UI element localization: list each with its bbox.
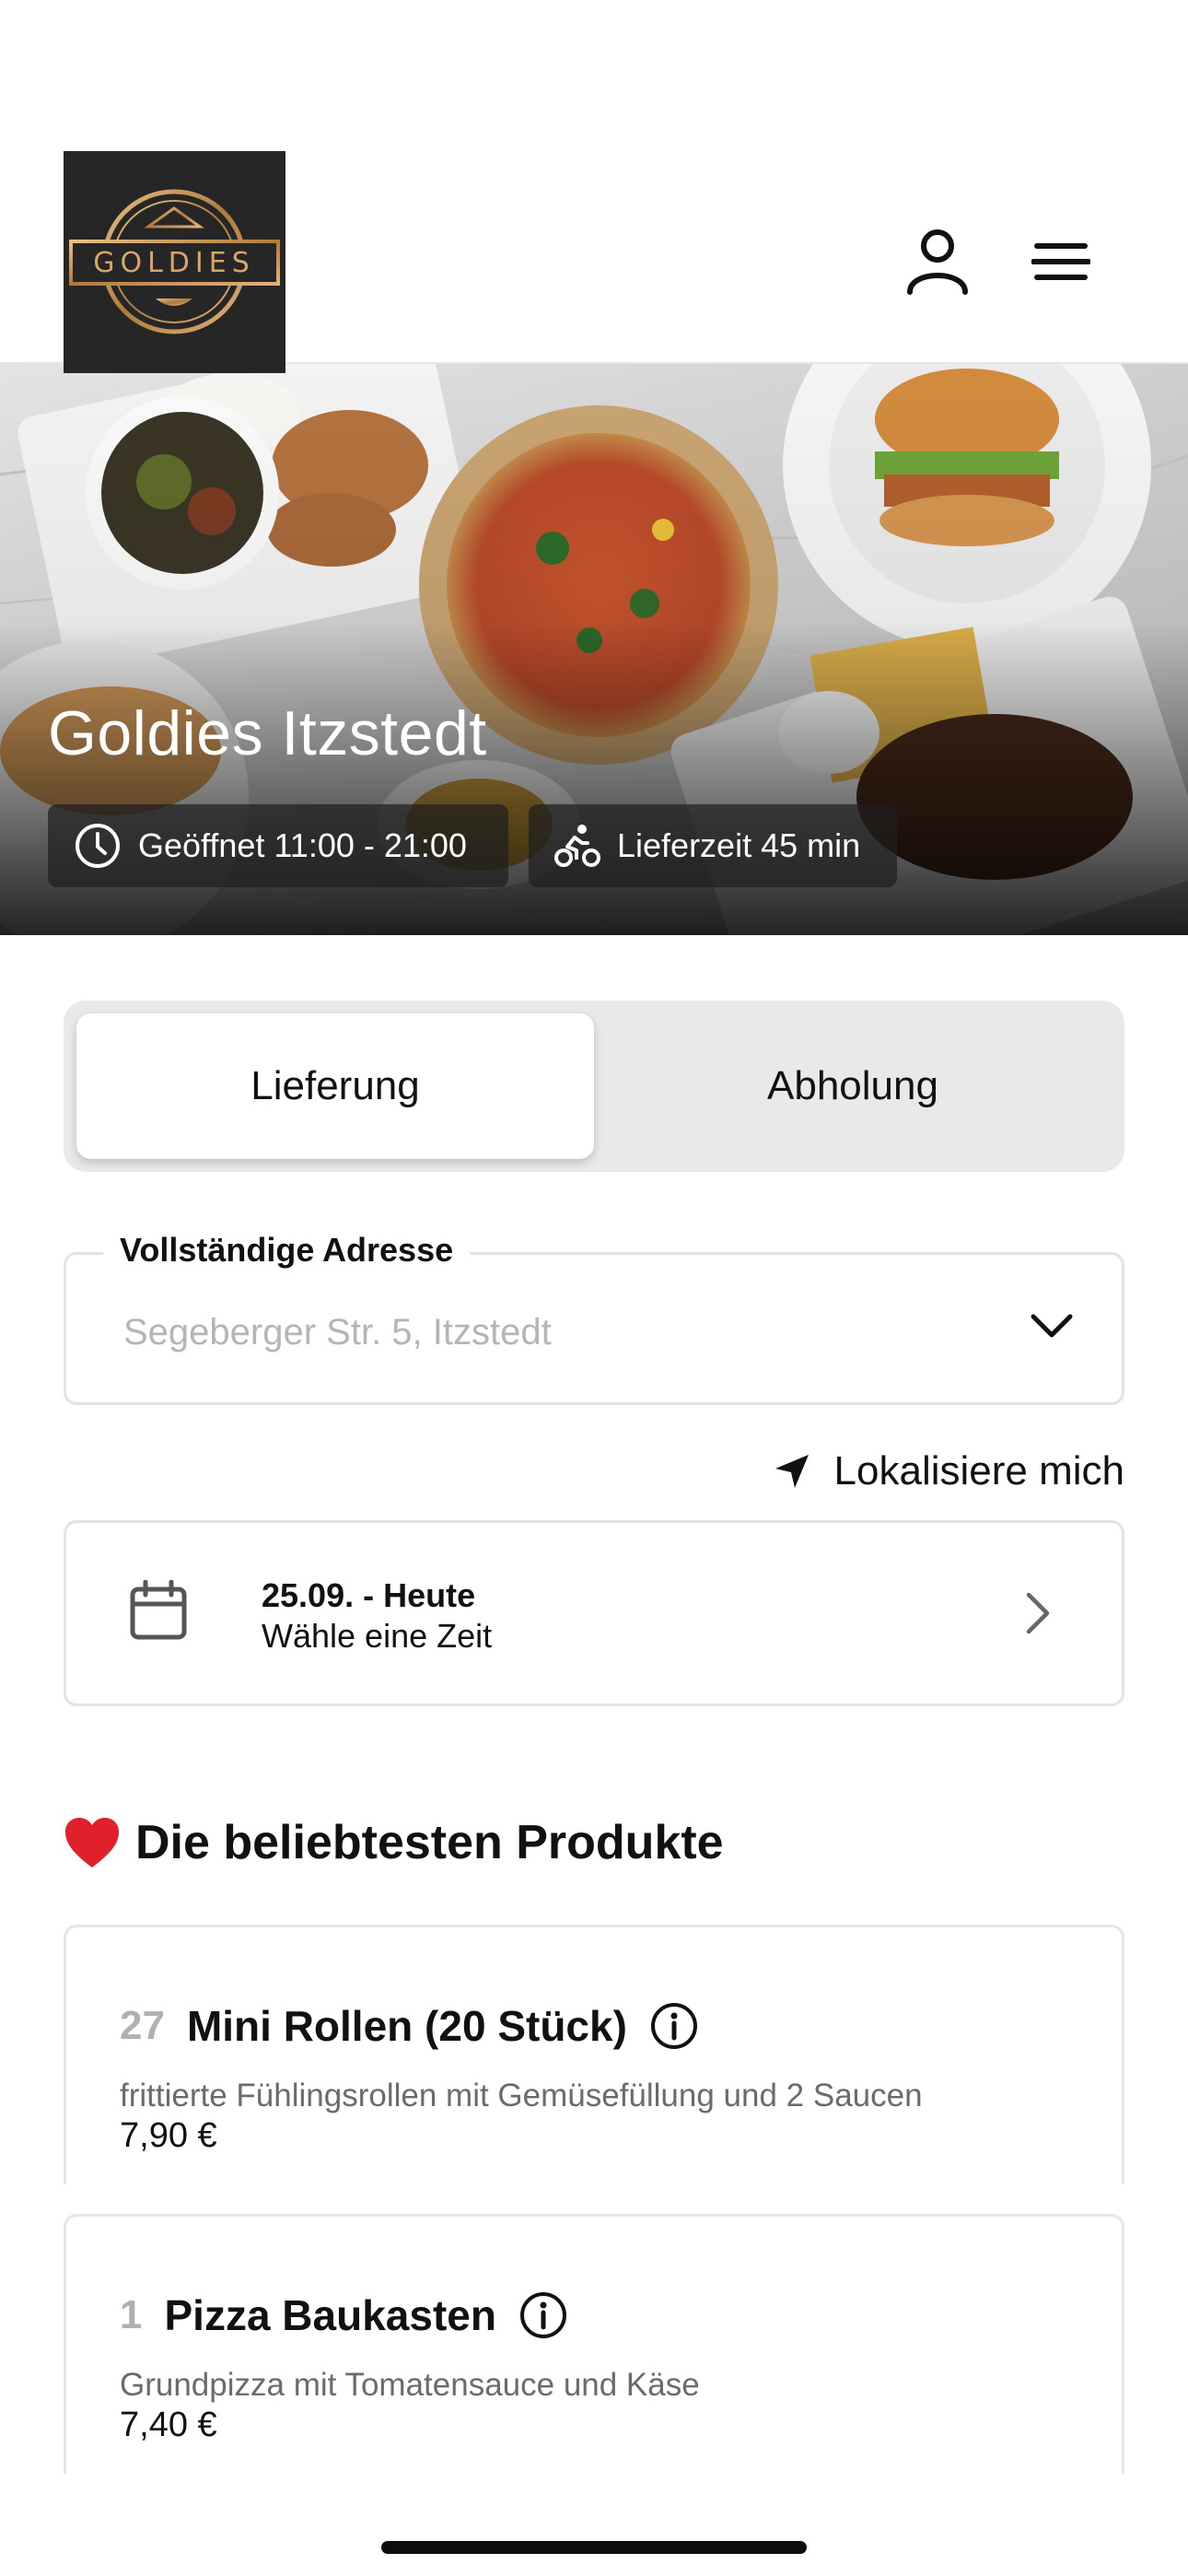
info-icon[interactable]: [649, 2001, 699, 2051]
restaurant-logo[interactable]: GOLDIES: [64, 151, 285, 373]
product-name: Pizza Baukasten: [164, 2291, 496, 2339]
menu-button[interactable]: [1022, 232, 1100, 291]
address-label: Vollständige Adresse: [103, 1231, 471, 1270]
opening-hours-badge: Geöffnet 11:00 - 21:00: [48, 804, 508, 887]
cyclist-icon: [554, 825, 600, 867]
location-arrow-icon: [775, 1455, 809, 1488]
popular-products-title: Die beliebtesten Produkte: [135, 1816, 724, 1869]
product-price: 7,40 €: [120, 2406, 217, 2444]
home-indicator[interactable]: [381, 2541, 807, 2554]
user-icon: [907, 229, 968, 295]
product-description: frittierte Fühlingsrollen mit Gemüsefüll…: [120, 2078, 923, 2113]
delivery-time-text: Lieferzeit 45 min: [617, 826, 861, 864]
product-price: 7,90 €: [120, 2116, 217, 2155]
tab-pickup[interactable]: Abholung: [594, 1013, 1112, 1159]
svg-text:GOLDIES: GOLDIES: [93, 247, 255, 279]
product-card[interactable]: 1 Pizza Baukasten Grundpizza mit Tomaten…: [64, 2214, 1124, 2474]
product-card[interactable]: 27 Mini Rollen (20 Stück) frittierte Füh…: [64, 1925, 1124, 2184]
clock-icon: [76, 824, 120, 868]
date-subtitle: Wähle eine Zeit: [262, 1617, 493, 1655]
locate-me-label: Lokalisiere mich: [833, 1448, 1124, 1493]
chevron-right-icon: [1026, 1592, 1050, 1634]
popular-products-heading: Die beliebtesten Produkte: [64, 1815, 724, 1870]
restaurant-name: Goldies Itzstedt: [48, 698, 487, 768]
info-icon[interactable]: [518, 2290, 568, 2340]
delivery-time-badge: Lieferzeit 45 min: [529, 804, 897, 887]
product-number: 1: [120, 2292, 143, 2337]
product-description: Grundpizza mit Tomatensauce und Käse: [120, 2367, 700, 2403]
calendar-icon: [130, 1580, 187, 1640]
heart-icon: [65, 1818, 119, 1868]
opening-hours-text: Geöffnet 11:00 - 21:00: [138, 826, 467, 864]
hero-banner: Goldies Itzstedt Geöffnet 11:00 - 21:00 …: [0, 364, 1188, 935]
time-selector[interactable]: 25.09. - Heute Wähle eine Zeit: [64, 1520, 1124, 1706]
locate-me-button[interactable]: Lokalisiere mich: [774, 1448, 1124, 1494]
tab-delivery[interactable]: Lieferung: [76, 1013, 594, 1159]
product-number: 27: [120, 2003, 165, 2048]
chevron-down-icon: [1031, 1314, 1073, 1338]
hamburger-menu-icon: [1031, 243, 1090, 280]
account-button[interactable]: [899, 223, 976, 300]
product-name: Mini Rollen (20 Stück): [186, 2002, 627, 2050]
address-placeholder: Segeberger Str. 5, Itzstedt: [123, 1312, 552, 1352]
date-title: 25.09. - Heute: [262, 1576, 476, 1614]
order-mode-toggle: Lieferung Abholung: [64, 1001, 1124, 1172]
address-select[interactable]: Vollständige Adresse Segeberger Str. 5, …: [64, 1231, 1124, 1405]
goldies-logo-icon: GOLDIES: [69, 189, 280, 334]
